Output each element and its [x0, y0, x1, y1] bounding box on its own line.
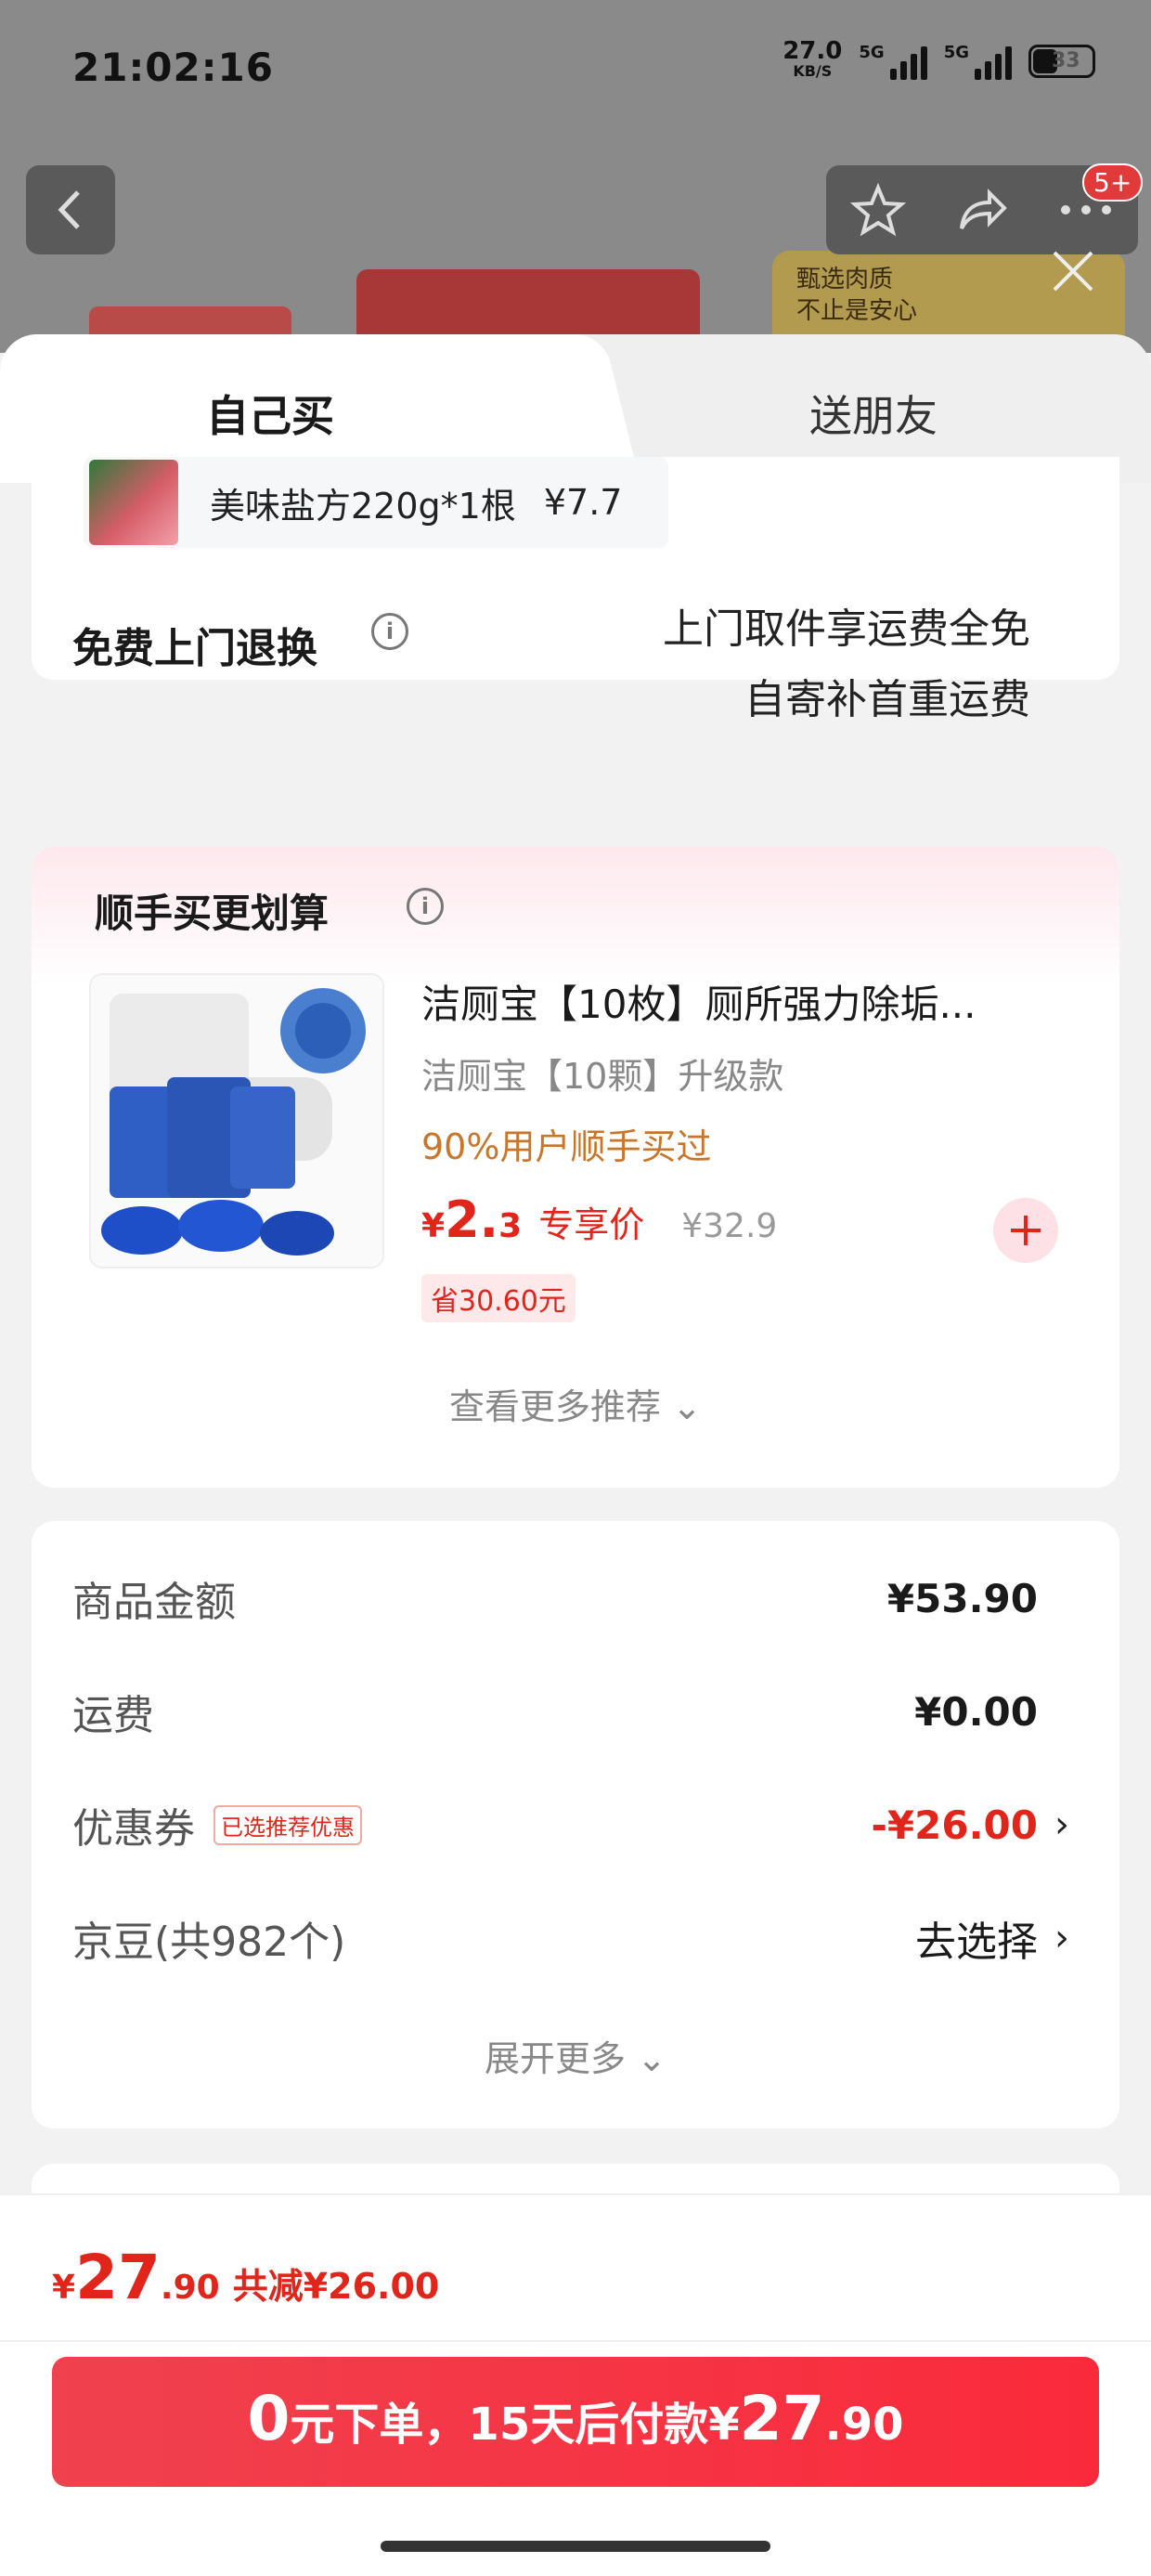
back-button[interactable]	[26, 165, 115, 254]
notification-badge: 5+	[1082, 163, 1144, 202]
star-icon[interactable]	[850, 182, 906, 238]
price-summary-card: 商品金额 ¥53.90 运费 ¥0.00 优惠券 已选推荐优惠 -¥26.00 …	[32, 1521, 1119, 2128]
add-on-card: 顺手买更划算 i 洁厕宝【10枚】厕所强力除垢... 洁厕宝【10颗】升级款 9…	[32, 847, 1119, 1488]
plus-icon	[1011, 1216, 1041, 1245]
checkout-bottom-bar: ¥ 27 .90 共减¥26.00 0 元下单，15天后付款¥ 27 .90	[0, 2193, 1151, 2576]
total-discount: 共减¥26.00	[232, 2266, 440, 2307]
tab-buy-for-self[interactable]: 自己买	[206, 383, 334, 444]
net-speed: 27.0 KB/S	[782, 37, 843, 80]
save-badge: 省30.60元	[421, 1274, 576, 1322]
expand-more-link[interactable]: 展开更多 ⌄	[32, 2030, 1119, 2081]
jd-beans-row[interactable]: 京豆(共982个) 去选择 ›	[72, 1906, 1075, 1971]
price-tag: 专享价	[538, 1204, 645, 1245]
home-indicator[interactable]	[381, 2541, 770, 2552]
chevron-right-icon: ›	[1054, 1917, 1069, 1959]
close-icon[interactable]	[1045, 243, 1101, 299]
add-to-order-button[interactable]	[993, 1198, 1058, 1263]
battery-icon: 33	[1028, 45, 1095, 78]
add-on-title: 顺手买更划算	[95, 891, 330, 936]
chevron-right-icon: ›	[1054, 1803, 1069, 1846]
toilet-cleaner-illustration	[101, 988, 366, 1255]
coupon-row[interactable]: 优惠券 已选推荐优惠 -¥26.00 ›	[72, 1792, 1075, 1857]
info-icon[interactable]: i	[407, 888, 444, 925]
coupon-tag: 已选推荐优惠	[213, 1804, 362, 1845]
info-icon[interactable]: i	[371, 613, 408, 650]
goods-amount-row: 商品金额 ¥53.90	[72, 1575, 1038, 1627]
more-recommendations-link[interactable]: 查看更多推荐 ⌄	[32, 1378, 1119, 1429]
share-icon[interactable]	[954, 182, 1010, 238]
product-image[interactable]	[89, 973, 384, 1268]
signal-icon-2: 5G	[944, 43, 1012, 80]
product-price: ¥ 2. 3 专享价 ¥32.9	[421, 1190, 778, 1249]
gift-thumbnail	[89, 460, 178, 545]
gift-name: 美味盐方220g*1根	[210, 485, 516, 527]
more-icon[interactable]	[1058, 201, 1114, 219]
product-name[interactable]: 洁厕宝【10枚】厕所强力除垢...	[421, 973, 1090, 1030]
gift-item[interactable]: 美味盐方220g*1根 ¥7.7	[84, 457, 668, 548]
background-promo-text: 甄选肉质 不止是安心	[796, 266, 918, 325]
status-icons: 27.0 KB/S 5G 5G 33	[782, 37, 1095, 82]
status-time: 21:02:16	[72, 45, 274, 90]
chevron-left-icon	[58, 190, 80, 229]
signal-icon: 5G	[859, 43, 927, 80]
return-service-detail: 上门取件享运费全免 自寄补首重运费	[663, 605, 1030, 723]
tab-send-to-friend[interactable]: 送朋友	[809, 383, 938, 444]
buy-hint: 90%用户顺手买过	[421, 1126, 712, 1167]
return-service-title: 免费上门退换	[72, 625, 317, 672]
shipping-row: 运费 ¥0.00	[72, 1688, 1038, 1740]
product-spec: 洁厕宝【10颗】升级款	[421, 1056, 784, 1097]
original-price: ¥32.9	[681, 1207, 778, 1245]
gift-return-card: 美味盐方220g*1根 ¥7.7 免费上门退换 i 上门取件享运费全免 自寄补首…	[32, 457, 1119, 723]
place-order-button[interactable]: 0 元下单，15天后付款¥ 27 .90	[52, 2357, 1099, 2487]
gift-price: ¥7.7	[543, 482, 623, 523]
total-price: ¥ 27 .90 共减¥26.00	[52, 2242, 440, 2313]
